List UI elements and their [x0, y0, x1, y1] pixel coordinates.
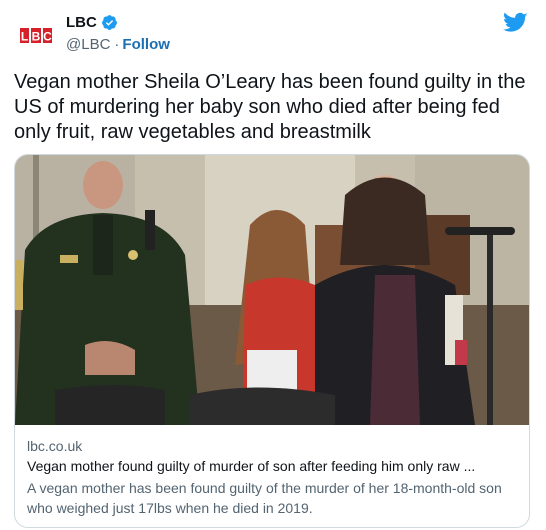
verified-badge-icon	[101, 15, 117, 30]
tweet-embed: L B C LBC @LBC · Follow Vegan mother She…	[0, 0, 546, 530]
name-row: LBC	[66, 14, 118, 31]
separator-dot: ·	[114, 36, 120, 53]
card-meta: lbc.co.uk Vegan mother found guilty of m…	[27, 438, 523, 518]
lbc-logo-icon: L B C	[19, 27, 53, 45]
card-photo	[15, 155, 529, 425]
tweet-text: Vegan mother Sheila O’Leary has been fou…	[14, 71, 526, 143]
svg-text:C: C	[43, 30, 52, 44]
card-description: A vegan mother has been found guilty of …	[27, 480, 502, 516]
twitter-bird-icon[interactable]	[503, 12, 528, 34]
follow-link[interactable]: Follow	[122, 36, 170, 53]
account-avatar[interactable]: L B C	[17, 16, 55, 54]
card-title[interactable]: Vegan mother found guilty of murder of s…	[27, 458, 523, 474]
handle-row: @LBC · Follow	[66, 36, 170, 53]
display-name[interactable]: LBC	[66, 14, 97, 31]
svg-text:L: L	[21, 30, 28, 44]
card-domain: lbc.co.uk	[27, 438, 83, 454]
svg-text:B: B	[32, 30, 41, 44]
link-card[interactable]: lbc.co.uk Vegan mother found guilty of m…	[14, 154, 530, 528]
account-handle[interactable]: @LBC	[66, 36, 110, 53]
